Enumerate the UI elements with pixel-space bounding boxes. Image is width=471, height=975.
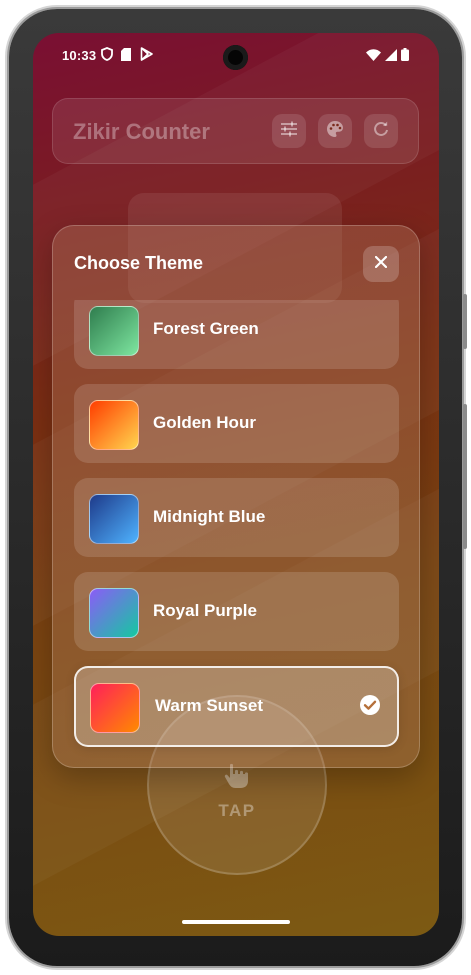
status-bar: 10:33 [33,33,439,79]
close-icon [374,255,388,273]
theme-item-forest-green[interactable]: Forest Green [74,300,399,369]
app-header: Zikir Counter [52,98,419,164]
wifi-icon [366,48,381,66]
power-button [463,294,467,349]
theme-swatch [89,588,139,638]
theme-dialog: Choose Theme Forest Green Golden Hour Mi… [52,225,420,768]
sd-card-icon [121,47,132,66]
theme-item-midnight-blue[interactable]: Midnight Blue [74,478,399,557]
volume-button [463,404,467,549]
shield-icon [101,47,113,66]
status-icons-right [366,48,409,66]
theme-name: Warm Sunset [155,696,264,715]
theme-name: Golden Hour [153,413,256,432]
screen: 10:33 Zikir Counter TAP Choose Theme For… [33,33,439,936]
app-title: Zikir Counter [73,119,210,144]
home-indicator[interactable] [182,920,290,924]
battery-icon [401,48,409,66]
theme-swatch [89,494,139,544]
theme-item-golden-hour[interactable]: Golden Hour [74,384,399,463]
theme-list[interactable]: Forest Green Golden Hour Midnight Blue R… [53,300,419,765]
reset-button[interactable] [364,114,398,148]
dialog-title: Choose Theme [74,253,204,273]
theme-swatch [90,683,140,733]
palette-icon [326,120,344,143]
settings-sliders-icon [280,121,298,142]
theme-item-royal-purple[interactable]: Royal Purple [74,572,399,651]
theme-item-warm-sunset[interactable]: Warm Sunset [74,666,399,747]
close-button[interactable] [363,246,399,282]
theme-swatch [89,306,139,356]
check-circle-icon [359,694,381,721]
theme-button[interactable] [318,114,352,148]
cell-signal-icon [385,48,397,66]
settings-button[interactable] [272,114,306,148]
front-camera [223,45,248,70]
status-time: 10:33 [62,48,97,63]
theme-name: Midnight Blue [153,507,266,526]
play-store-icon [140,47,153,66]
theme-name: Royal Purple [153,601,257,620]
theme-swatch [89,400,139,450]
status-icons-left [101,47,153,66]
theme-name: Forest Green [153,319,259,338]
tap-label: TAP [218,801,256,820]
refresh-icon [373,121,389,142]
